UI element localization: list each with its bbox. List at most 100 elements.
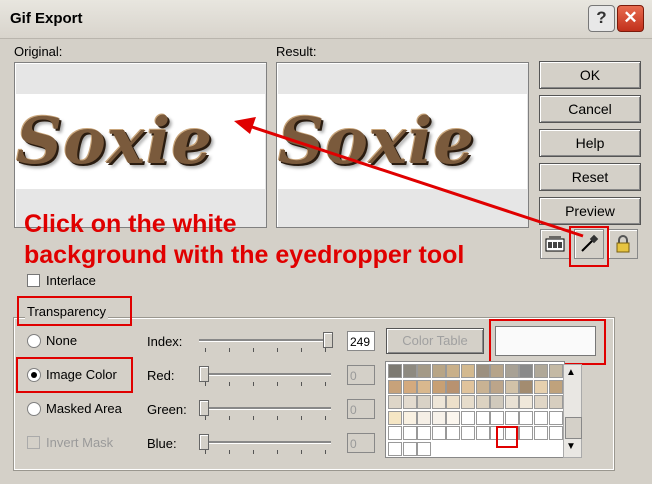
- palette-swatch[interactable]: [534, 364, 548, 378]
- palette-swatch[interactable]: [490, 379, 505, 394]
- palette-grid[interactable]: [385, 361, 565, 458]
- palette-swatch[interactable]: [548, 395, 563, 409]
- palette-swatch[interactable]: [388, 379, 402, 394]
- palette-swatch[interactable]: [534, 395, 548, 409]
- palette-swatch[interactable]: [431, 410, 446, 425]
- slider-tick: [253, 450, 254, 454]
- palette-swatch[interactable]: [475, 395, 490, 409]
- slider-tick: [229, 348, 230, 352]
- palette-swatch[interactable]: [388, 364, 402, 378]
- slider-tick: [205, 382, 206, 386]
- palette-selection-highlight: [496, 426, 518, 448]
- invert-mask-checkbox: [27, 436, 40, 449]
- palette-swatch[interactable]: [431, 364, 446, 378]
- annotation-line-2: background with the eyedropper tool: [24, 241, 465, 269]
- palette-swatch[interactable]: [417, 364, 432, 378]
- radio-none-label: None: [46, 333, 78, 348]
- palette-swatch[interactable]: [534, 379, 548, 394]
- palette-swatch[interactable]: [402, 364, 417, 378]
- radio-image-color[interactable]: [27, 368, 41, 382]
- palette-scrollbar[interactable]: ▲ ▼: [563, 364, 582, 458]
- palette-swatch[interactable]: [402, 426, 417, 440]
- palette-swatch[interactable]: [388, 441, 402, 456]
- palette-swatch[interactable]: [417, 426, 432, 440]
- palette-swatch[interactable]: [388, 395, 402, 409]
- palette-swatch[interactable]: [490, 364, 505, 378]
- index-slider[interactable]: [199, 339, 331, 342]
- palette-swatch[interactable]: [402, 379, 417, 394]
- palette-swatch[interactable]: [402, 441, 417, 456]
- palette-swatch[interactable]: [534, 410, 548, 425]
- palette-swatch[interactable]: [417, 441, 432, 456]
- palette-swatch[interactable]: [431, 395, 446, 409]
- palette-swatch[interactable]: [461, 410, 475, 425]
- palette-swatch[interactable]: [519, 410, 534, 425]
- palette-swatch[interactable]: [431, 379, 446, 394]
- palette-swatch[interactable]: [504, 410, 519, 425]
- palette-swatch[interactable]: [504, 395, 519, 409]
- radio-masked-area[interactable]: [27, 402, 41, 416]
- scroll-up-icon[interactable]: ▲: [566, 367, 576, 378]
- slider-tick: [277, 382, 278, 386]
- palette-swatch[interactable]: [461, 395, 475, 409]
- scroll-thumb[interactable]: [565, 417, 582, 439]
- palette-swatch[interactable]: [461, 426, 475, 440]
- blue-label: Blue:: [147, 436, 177, 451]
- palette-swatch[interactable]: [446, 426, 461, 440]
- slider-tick: [301, 416, 302, 420]
- palette-swatch[interactable]: [548, 426, 563, 440]
- palette-swatch[interactable]: [388, 410, 402, 425]
- index-slider-thumb[interactable]: [323, 332, 333, 348]
- annotation-line-1: Click on the white: [24, 210, 237, 238]
- palette-swatch[interactable]: [461, 379, 475, 394]
- green-slider-thumb: [199, 400, 209, 416]
- slider-tick: [325, 416, 326, 420]
- transparency-title: Transparency: [25, 304, 108, 319]
- palette-swatch[interactable]: [475, 426, 490, 440]
- palette-swatch[interactable]: [548, 379, 563, 394]
- interlace-checkbox[interactable]: [27, 274, 40, 287]
- slider-tick: [205, 416, 206, 420]
- palette-swatch[interactable]: [504, 379, 519, 394]
- palette-swatch[interactable]: [519, 395, 534, 409]
- palette-swatch[interactable]: [548, 410, 563, 425]
- index-value[interactable]: 249: [347, 331, 375, 351]
- palette-swatch[interactable]: [431, 426, 446, 440]
- slider-tick: [229, 382, 230, 386]
- slider-tick: [205, 450, 206, 454]
- blue-value: 0: [347, 433, 375, 453]
- palette-swatch[interactable]: [461, 364, 475, 378]
- palette-swatch[interactable]: [519, 426, 534, 440]
- slider-tick: [301, 348, 302, 352]
- palette-swatch[interactable]: [446, 410, 461, 425]
- palette-swatch[interactable]: [446, 364, 461, 378]
- palette-swatch[interactable]: [446, 395, 461, 409]
- palette-swatch[interactable]: [402, 410, 417, 425]
- index-label: Index:: [147, 334, 183, 349]
- slider-tick: [253, 382, 254, 386]
- palette-swatch[interactable]: [417, 395, 432, 409]
- scroll-down-icon[interactable]: ▼: [566, 441, 576, 452]
- palette-swatch[interactable]: [548, 364, 563, 378]
- palette-swatch[interactable]: [534, 426, 548, 440]
- palette-swatch[interactable]: [417, 410, 432, 425]
- slider-tick: [277, 348, 278, 352]
- palette-swatch[interactable]: [475, 410, 490, 425]
- slider-tick: [325, 450, 326, 454]
- palette-swatch[interactable]: [490, 395, 505, 409]
- blue-slider: [199, 441, 331, 444]
- palette-swatch[interactable]: [388, 426, 402, 440]
- palette-swatch[interactable]: [446, 379, 461, 394]
- palette-swatch[interactable]: [475, 364, 490, 378]
- palette-swatch[interactable]: [417, 379, 432, 394]
- palette-swatch[interactable]: [504, 364, 519, 378]
- palette-swatch[interactable]: [475, 379, 490, 394]
- radio-none[interactable]: [27, 334, 41, 348]
- palette-swatch[interactable]: [519, 364, 534, 378]
- palette-swatch[interactable]: [490, 410, 505, 425]
- palette-swatch[interactable]: [519, 379, 534, 394]
- palette-swatch[interactable]: [402, 395, 417, 409]
- green-slider: [199, 407, 331, 410]
- slider-tick: [253, 416, 254, 420]
- slider-tick: [277, 416, 278, 420]
